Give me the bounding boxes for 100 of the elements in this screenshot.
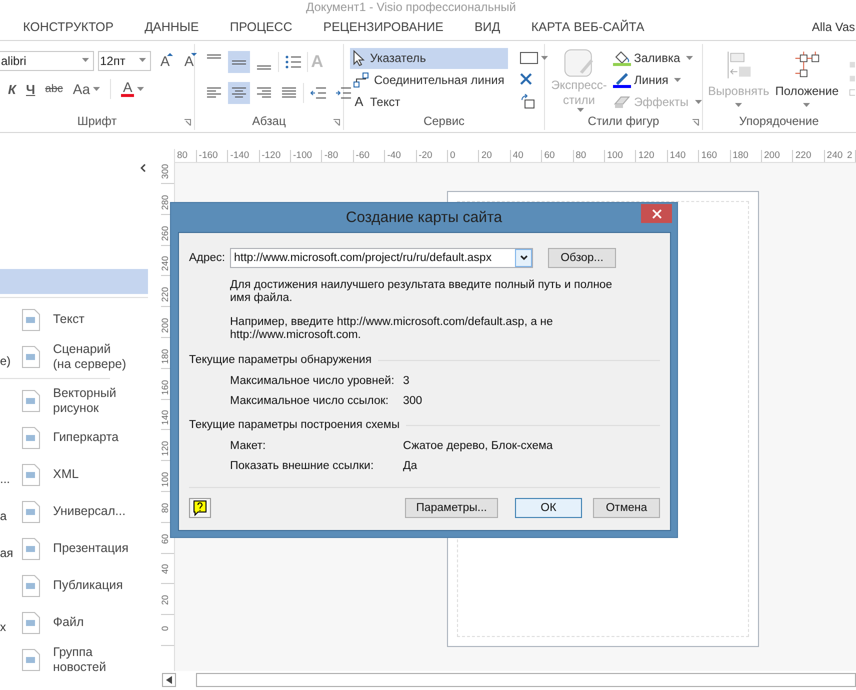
italic-button[interactable]: К	[8, 82, 16, 96]
setting-value: 300	[403, 395, 424, 407]
strike-button[interactable]: abc	[45, 83, 63, 95]
setting-label: Максимальное число ссылок:	[230, 395, 390, 407]
group-label: Упорядочение	[739, 114, 819, 128]
ruler-label: 2	[847, 149, 852, 162]
align-lines-icon	[231, 60, 247, 64]
group-label: Сервис	[423, 114, 465, 128]
window-title: Документ1 - Visio профессиональный	[306, 0, 516, 14]
font-color-button[interactable]: A	[121, 81, 144, 97]
ruler-label: 160	[701, 149, 718, 162]
line-button[interactable]: Линия	[613, 70, 702, 90]
ruler-label: -60	[356, 149, 370, 162]
dialog-launcher-icon[interactable]	[333, 119, 340, 126]
text-tool-button[interactable]: A Текст	[350, 91, 508, 112]
effects-icon	[613, 94, 631, 110]
ruler-label: 0	[450, 149, 456, 162]
bullet-list-icon[interactable]	[285, 55, 301, 69]
section-title: Текущие параметры обнаружения	[189, 354, 372, 366]
ruler-label: 200	[160, 318, 170, 334]
ruler-label: 240	[826, 149, 843, 162]
ruler-label: -80	[324, 149, 338, 162]
fill-button[interactable]: Заливка	[613, 48, 702, 68]
position-button[interactable]: Положение	[775, 50, 839, 112]
dropdown-caret-icon	[803, 103, 810, 107]
format-item[interactable]: Текст	[53, 312, 129, 327]
dialog-button[interactable]: Параметры...	[405, 498, 498, 518]
ruler-label: 220	[795, 149, 812, 162]
dialog-launcher-icon[interactable]	[184, 119, 191, 126]
dialog-launcher-icon[interactable]	[692, 119, 699, 126]
ribbon-tab[interactable]: КАРТА ВЕБ-САЙТА	[517, 18, 658, 36]
cut-off-label: е)	[0, 354, 11, 368]
format-item[interactable]: Сценарий (на сервере)	[53, 342, 129, 372]
ribbon-tab[interactable]: ДАННЫЕ	[130, 18, 213, 36]
format-item[interactable]: Публикация	[53, 578, 129, 593]
format-item[interactable]: Векторный рисунок	[53, 386, 129, 416]
align-lines-icon	[256, 87, 272, 99]
cut-off-label: ...	[0, 472, 10, 486]
cut-off-label: х	[0, 620, 6, 634]
align-lines-icon	[281, 87, 297, 99]
help-icon[interactable]	[189, 498, 211, 518]
close-icon[interactable]	[520, 73, 532, 85]
ruler-label: 60	[160, 534, 170, 544]
user-name[interactable]: Alla Vas	[812, 20, 855, 34]
connector-tool-button[interactable]: Соединительная линия	[350, 70, 508, 90]
address-field[interactable]: http://www.microsoft.com/project/ru/ru/default.aspx	[230, 248, 533, 268]
dropdown-button[interactable]	[515, 249, 532, 267]
grow-font-button[interactable]: A	[155, 53, 175, 69]
dialog-button[interactable]: Отмена	[593, 498, 660, 518]
ruler-label: 80	[160, 502, 170, 513]
close-button[interactable]	[641, 204, 672, 223]
dropdown-caret-icon	[694, 100, 702, 104]
format-item[interactable]: Гиперкарта	[53, 430, 129, 445]
dropdown-caret-icon	[137, 87, 144, 91]
format-item[interactable]: XML	[53, 467, 129, 482]
ruler-label: 180	[160, 348, 170, 364]
case-button[interactable]: Aa	[72, 81, 100, 97]
ruler-label: -100	[293, 149, 312, 162]
ruler-label: 100	[607, 149, 623, 162]
font-name-field[interactable]: alibri	[0, 51, 94, 71]
underline-button[interactable]: Ч	[26, 82, 36, 96]
ruler-label: -160	[198, 149, 218, 162]
dialog-button[interactable]: ОК	[515, 498, 582, 518]
collapse-chevron-icon[interactable]	[140, 164, 146, 172]
setting-value: 3	[403, 375, 410, 387]
ruler-label: 60	[544, 149, 555, 162]
ribbon-tab[interactable]: КОНСТРУКТОР	[9, 18, 128, 36]
connection-point-icon[interactable]	[520, 94, 536, 110]
scroll-left-button[interactable]	[162, 673, 176, 687]
paint-bucket-icon	[613, 50, 631, 66]
shrink-font-button[interactable]: A	[179, 53, 199, 69]
pointer-tool-button[interactable]: Указатель	[350, 48, 508, 69]
dropdown-caret-icon	[93, 87, 100, 91]
format-item[interactable]: Группа новостей	[53, 644, 129, 674]
font-size-field[interactable]: 12пт	[98, 51, 151, 71]
chevron-down-icon	[520, 255, 528, 261]
ribbon-tab[interactable]: ПРОЦЕСС	[216, 18, 306, 36]
hint-text: Для достижения наилучшего результата введите полный путь и полное имя файла.	[230, 279, 614, 305]
format-item[interactable]: Файл	[53, 615, 129, 630]
setting-label: Макет:	[230, 440, 267, 452]
setting-value: Да	[403, 460, 418, 472]
align-lines-icon	[206, 54, 222, 59]
align-center-button[interactable]	[228, 82, 250, 104]
ruler-label: -20	[418, 149, 432, 162]
ruler-label: 220	[160, 287, 170, 302]
dropdown-caret-icon	[735, 103, 742, 107]
align-middle-button[interactable]	[228, 51, 250, 73]
format-item[interactable]: Презентация	[53, 541, 129, 556]
increase-indent-icon[interactable]	[335, 86, 351, 100]
format-item[interactable]: Универсал...	[53, 504, 129, 519]
ruler-label: 0	[160, 626, 170, 632]
rectangle-tool-button[interactable]	[520, 52, 548, 64]
cut-off-label: ая	[0, 546, 14, 560]
decrease-indent-icon[interactable]	[310, 86, 326, 100]
ribbon-tab[interactable]: ВИД	[460, 18, 514, 36]
browse-button[interactable]: Обзор...	[548, 248, 616, 268]
ribbon-tab[interactable]: РЕЦЕНЗИРОВАНИЕ	[309, 18, 458, 36]
horizontal-scrollbar[interactable]	[196, 673, 856, 687]
ruler-label: 240	[160, 256, 170, 272]
ruler-label: -120	[262, 149, 281, 162]
